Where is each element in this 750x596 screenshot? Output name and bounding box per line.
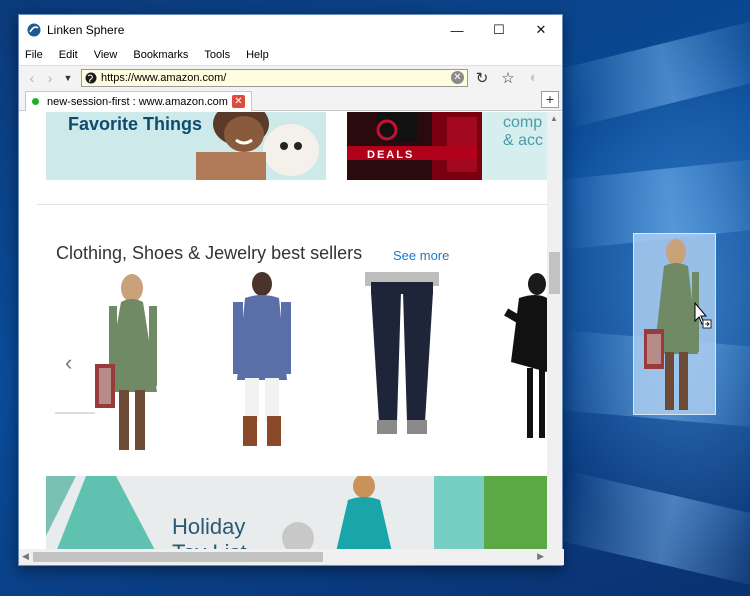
product-image-jeans[interactable] — [357, 272, 447, 452]
tab-status-dot — [32, 98, 39, 105]
browser-window: Linken Sphere — ☐ ✕ File Edit View Bookm… — [18, 14, 564, 566]
globe-icon — [85, 72, 97, 83]
menu-file[interactable]: File — [25, 49, 43, 61]
deals-label: DEALS — [367, 149, 415, 161]
scroll-right-icon[interactable]: ▶ — [537, 551, 544, 562]
favorite-things-banner[interactable]: Favorite Things — [46, 112, 326, 180]
menu-edit[interactable]: Edit — [59, 49, 78, 61]
scroll-left-icon[interactable]: ◀ — [22, 551, 29, 562]
banner-right-line-1: comp — [503, 114, 543, 131]
title-bar[interactable]: Linken Sphere — ☐ ✕ — [19, 15, 562, 45]
extension-icon[interactable]: ◐ — [522, 68, 546, 88]
woman-with-dog-image — [196, 112, 319, 180]
carousel-prev-icon[interactable]: ‹ — [65, 350, 72, 376]
deals-image: DEALS — [347, 112, 482, 180]
banner-right-text: comp & acc — [503, 114, 543, 150]
close-button[interactable]: ✕ — [520, 15, 562, 45]
minimize-button[interactable]: — — [436, 15, 478, 45]
product-image-black-dress[interactable] — [497, 272, 547, 452]
chevron-down-icon[interactable]: ▼ — [59, 69, 77, 87]
menu-help[interactable]: Help — [246, 49, 269, 61]
forward-arrow-icon[interactable]: › — [41, 69, 59, 87]
url-text: https://www.amazon.com/ — [101, 71, 227, 84]
window-title: Linken Sphere — [47, 23, 125, 37]
holiday-banner-graphic — [46, 476, 547, 550]
back-arrow-icon[interactable]: ‹ — [23, 69, 41, 87]
holiday-toy-list-banner[interactable]: Holiday Toy List — [46, 476, 547, 550]
see-more-link[interactable]: See more — [393, 248, 449, 263]
page-viewport[interactable]: Favorite Things DEALS comp & acc Clothin… — [19, 112, 547, 550]
banner-right-line-2: & acc — [503, 132, 544, 149]
menu-bar: File Edit View Bookmarks Tools Help — [19, 45, 562, 65]
product-image-green-dress[interactable] — [87, 272, 177, 452]
light-beam — [552, 470, 750, 589]
holiday-title-line-1: Holiday — [172, 514, 246, 539]
section-title: Clothing, Shoes & Jewelry best sellers — [56, 243, 363, 263]
navigation-bar: ‹ › ▼ https://www.amazon.com/ ✕ ↻ ☆ ◐ — [19, 65, 562, 89]
section-divider — [37, 204, 547, 205]
menu-bookmarks[interactable]: Bookmarks — [133, 49, 188, 61]
scroll-up-icon[interactable]: ▲ — [550, 114, 558, 123]
tab-amazon[interactable]: new-session-first : www.amazon.com ✕ — [25, 91, 252, 111]
menu-tools[interactable]: Tools — [204, 49, 230, 61]
horizontal-scroll-thumb[interactable] — [33, 552, 323, 562]
mouse-cursor-icon — [694, 302, 712, 329]
tab-bar: new-session-first : www.amazon.com ✕ + — [19, 89, 562, 111]
tab-close-icon[interactable]: ✕ — [231, 95, 245, 108]
light-beam — [552, 17, 750, 130]
address-bar[interactable]: https://www.amazon.com/ ✕ — [81, 68, 468, 87]
menu-view[interactable]: View — [94, 49, 118, 61]
deals-banner[interactable]: DEALS comp & acc — [347, 112, 547, 180]
vertical-scrollbar[interactable]: ▲ — [547, 112, 562, 550]
bookmark-star-icon[interactable]: ☆ — [496, 68, 520, 88]
clear-url-icon[interactable]: ✕ — [451, 71, 464, 84]
tab-label: new-session-first : www.amazon.com — [47, 95, 228, 108]
vertical-scroll-thumb[interactable] — [549, 252, 560, 294]
banner-title: Favorite Things — [68, 114, 203, 134]
horizontal-scrollbar[interactable]: ◀ ▶ — [19, 549, 564, 565]
reload-icon[interactable]: ↻ — [470, 68, 494, 88]
linken-sphere-app-icon — [27, 23, 41, 37]
maximize-button[interactable]: ☐ — [478, 15, 520, 45]
product-image-blue-tunic[interactable] — [217, 272, 307, 452]
new-tab-button[interactable]: + — [541, 91, 559, 108]
